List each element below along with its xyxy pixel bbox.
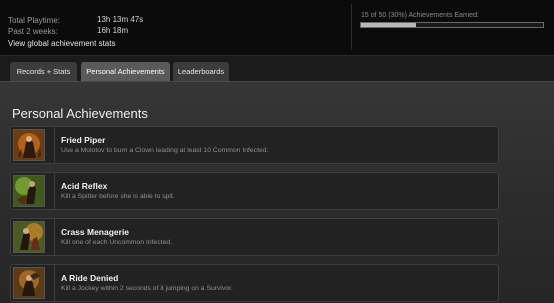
header-divider (351, 4, 352, 50)
achievements-earned-label: 15 of 50 (30%) Achievements Earned: (361, 12, 479, 19)
past-two-weeks-label: Past 2 weeks: (8, 27, 58, 36)
stats-header: Total Playtime: 13h 13m 47s Past 2 weeks… (0, 0, 554, 56)
achievement-name: A Ride Denied (61, 273, 119, 283)
section-title: Personal Achievements (12, 106, 148, 121)
past-two-weeks-value: 16h 18m (97, 26, 129, 35)
achievement-name: Crass Menagerie (61, 227, 130, 237)
achievement-row[interactable]: Crass Menagerie Kill one of each Uncommo… (10, 218, 499, 256)
achievement-row[interactable]: Acid Reflex Kill a Spitter before she is… (10, 172, 499, 210)
achievement-description: Kill a Jockey within 2 seconds of it jum… (61, 285, 233, 292)
achievements-progress-fill (361, 23, 416, 27)
achievement-body: A Ride Denied Kill a Jockey within 2 sec… (54, 265, 494, 301)
global-achievement-stats-link[interactable]: View global achievement stats (8, 39, 115, 48)
crass-menagerie-icon (13, 221, 45, 253)
tab-leaderboards[interactable]: Leaderboards (173, 62, 229, 82)
total-playtime-value: 13h 13m 47s (97, 15, 144, 24)
achievement-body: Acid Reflex Kill a Spitter before she is… (54, 173, 494, 209)
achievement-name: Acid Reflex (61, 181, 108, 191)
achievements-panel: Personal Achievements Fried Piper Use a … (0, 81, 554, 303)
a-ride-denied-icon (13, 267, 45, 299)
tab-personal-achievements[interactable]: Personal Achievements (81, 62, 170, 82)
achievement-name: Fried Piper (61, 135, 106, 145)
achievement-row[interactable]: Fried Piper Use a Molotov to burn a Clow… (10, 126, 499, 164)
achievement-row[interactable]: A Ride Denied Kill a Jockey within 2 sec… (10, 264, 499, 302)
achievement-description: Kill a Spitter before she is able to spi… (61, 193, 175, 200)
achievement-body: Crass Menagerie Kill one of each Uncommo… (54, 219, 494, 255)
achievement-body: Fried Piper Use a Molotov to burn a Clow… (54, 127, 494, 163)
tab-records-stats[interactable]: Records + Stats (10, 62, 77, 82)
fried-piper-icon (13, 129, 45, 161)
achievement-description: Kill one of each Uncommon Infected. (61, 239, 173, 246)
achievements-progress-bar (360, 22, 544, 28)
achievement-description: Use a Molotov to burn a Clown leading at… (61, 147, 269, 154)
acid-reflex-icon (13, 175, 45, 207)
total-playtime-label: Total Playtime: (8, 16, 61, 25)
